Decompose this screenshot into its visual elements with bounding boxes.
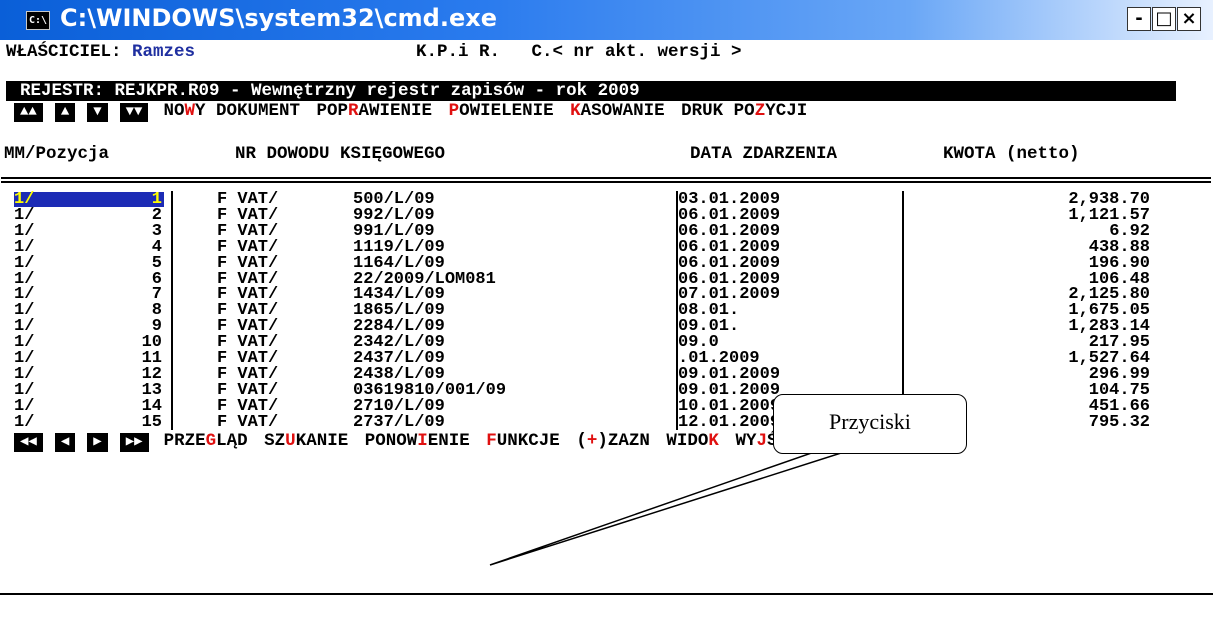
cmd-window: C:\ C:\WINDOWS\system32\cmd.exe - □ × WŁ… bbox=[0, 0, 1213, 625]
window-bottom-border bbox=[0, 593, 1213, 595]
callout-label: Przyciski bbox=[773, 394, 967, 454]
callout-pointer bbox=[489, 449, 841, 566]
